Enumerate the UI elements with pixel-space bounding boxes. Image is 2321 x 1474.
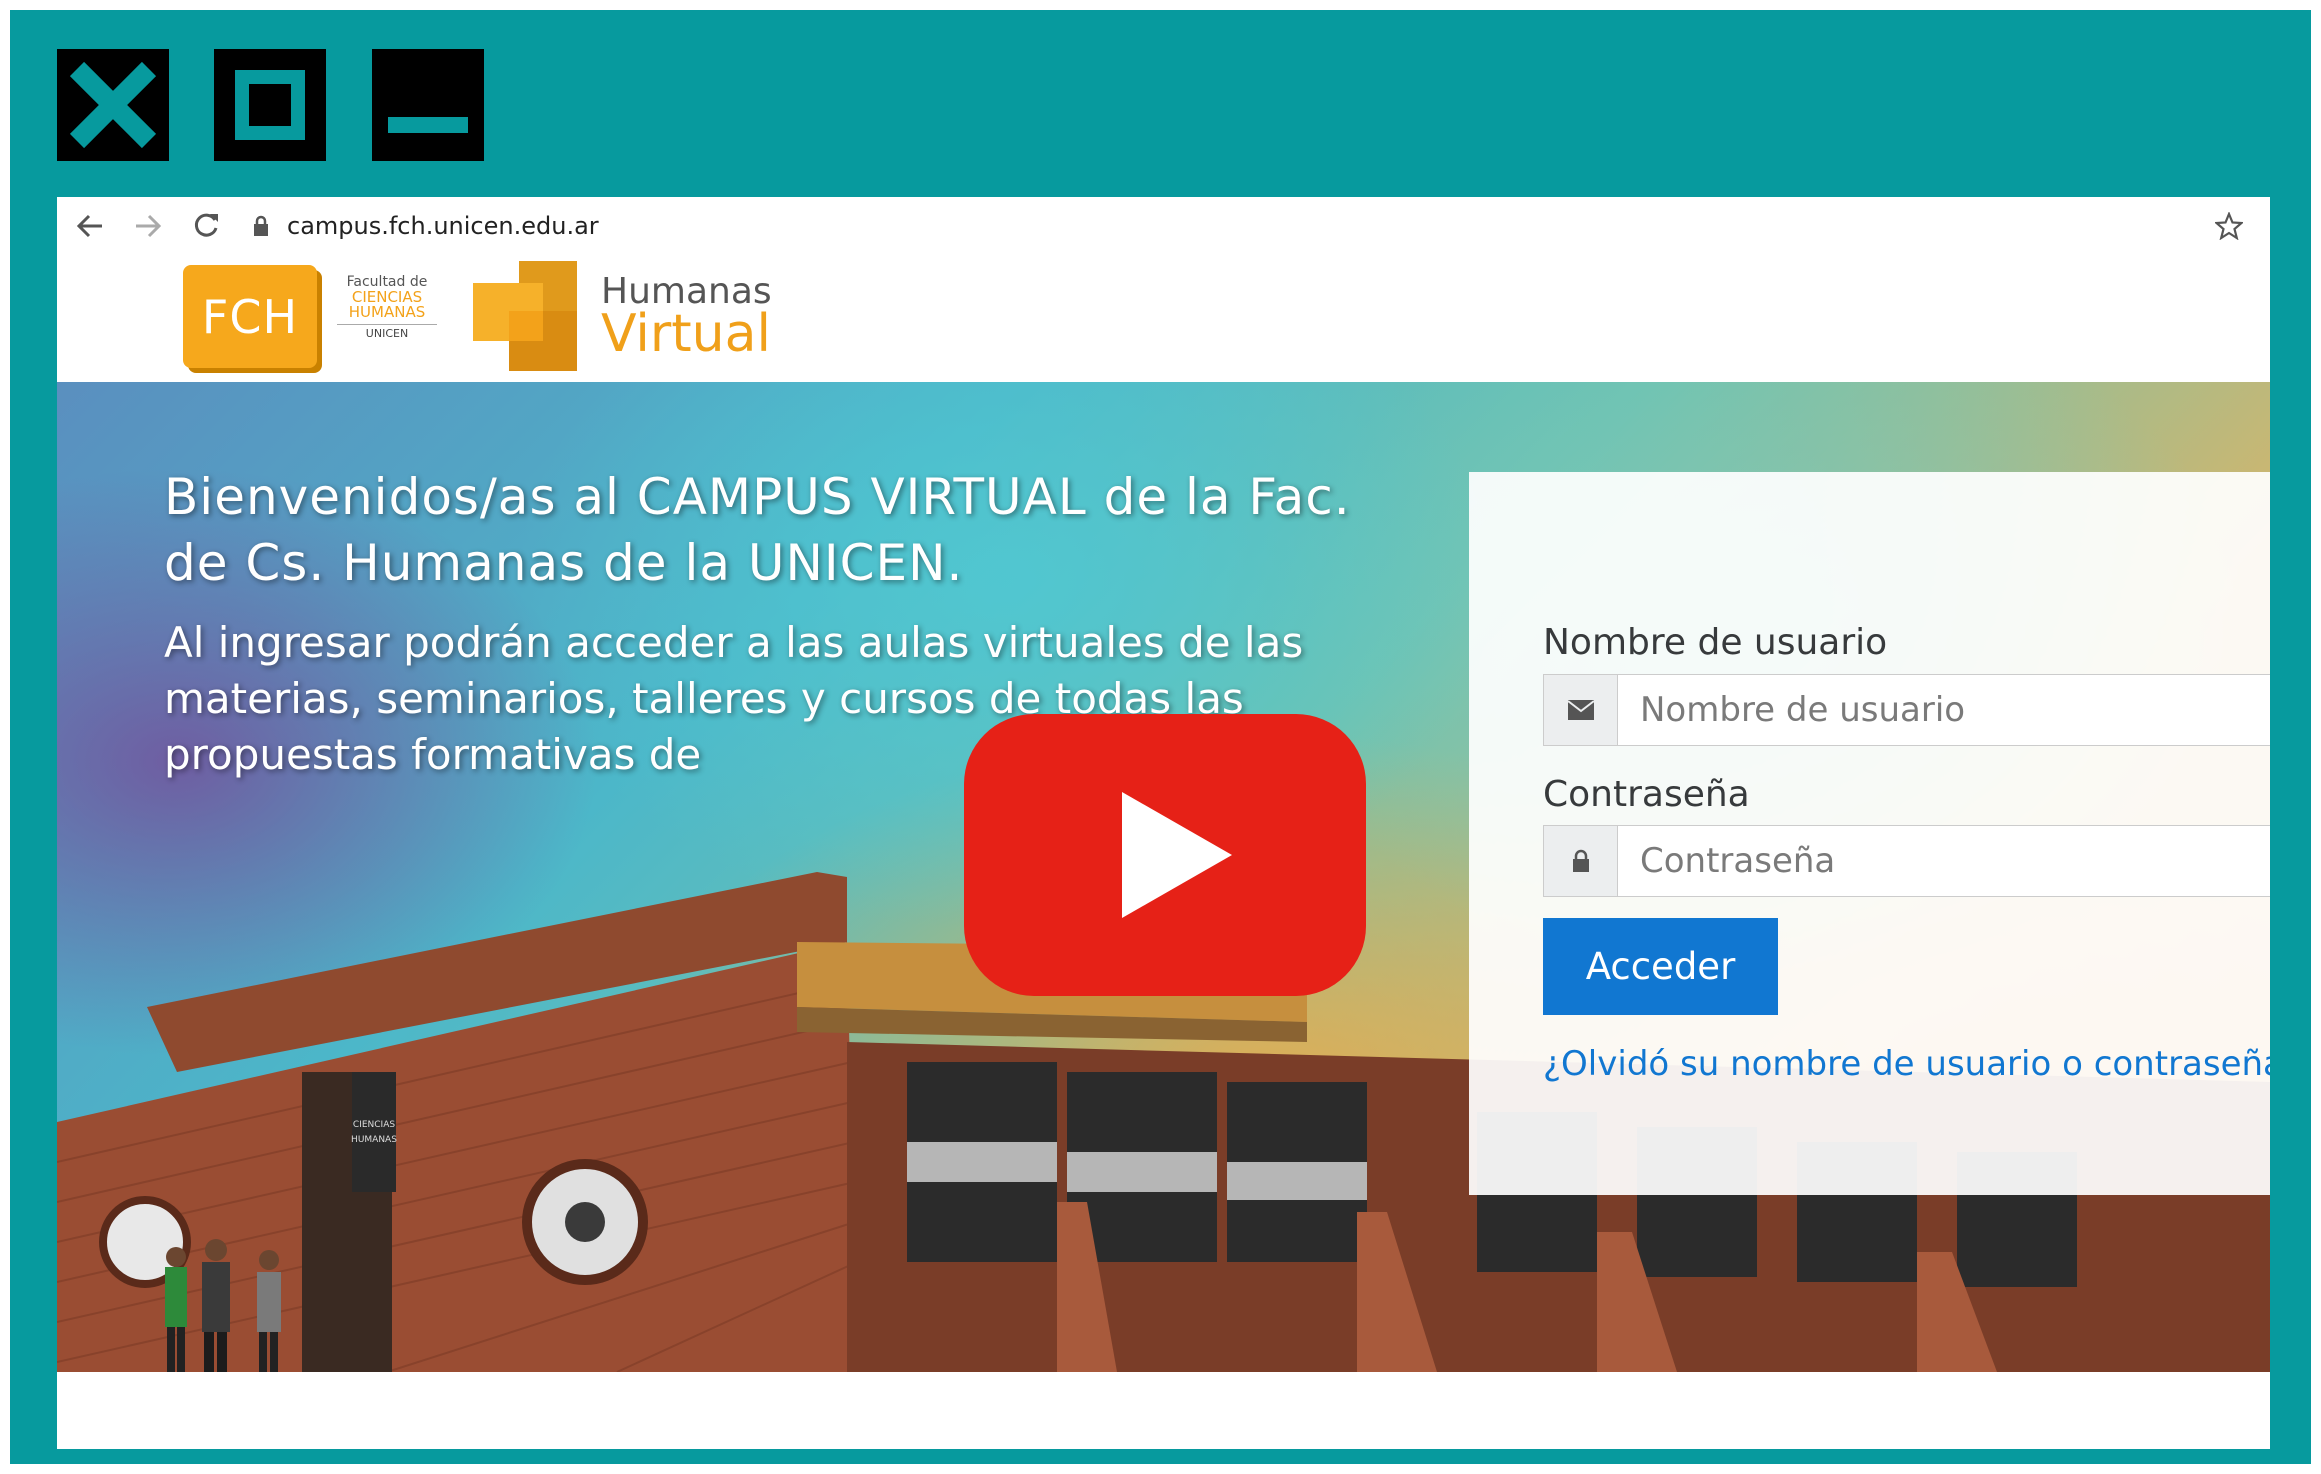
site-header: FCH Facultad de CIENCIAS HUMANAS UNICEN …	[57, 254, 2270, 382]
star-icon	[2215, 212, 2243, 240]
close-window-button[interactable]	[57, 49, 169, 161]
fch-logo[interactable]: FCH	[183, 265, 317, 368]
fch-sub-line3: HUMANAS	[348, 303, 426, 322]
maximize-window-button[interactable]	[214, 49, 326, 161]
close-icon	[69, 61, 157, 149]
fch-sub-line4: UNICEN	[337, 324, 437, 340]
password-addon	[1544, 826, 1618, 896]
minimize-icon	[388, 117, 468, 133]
url-field[interactable]: campus.fch.unicen.edu.ar	[253, 212, 599, 240]
password-label: Contraseña	[1543, 774, 1750, 815]
building-sign-line2: HUMANAS	[351, 1135, 397, 1145]
minimize-window-button[interactable]	[372, 49, 484, 161]
maximize-icon	[235, 70, 305, 140]
username-input[interactable]	[1618, 675, 2270, 745]
username-addon	[1544, 675, 1618, 745]
building-sign-line1: CIENCIAS	[353, 1120, 395, 1130]
fch-logo-text: FCH	[201, 289, 299, 344]
username-label: Nombre de usuario	[1543, 622, 1888, 663]
fch-subtitle: Facultad de CIENCIAS HUMANAS UNICEN	[337, 275, 437, 340]
back-arrow-icon	[76, 214, 102, 237]
forgot-credentials-link[interactable]: ¿Olvidó su nombre de usuario o contraseñ…	[1543, 1044, 2270, 1084]
hv-line2: Virtual	[601, 304, 771, 364]
password-input[interactable]	[1618, 826, 2270, 896]
lock-icon	[254, 215, 268, 236]
username-group	[1543, 674, 2270, 746]
back-button[interactable]	[65, 201, 115, 251]
browser-screen: campus.fch.unicen.edu.ar FCH Facultad de…	[57, 197, 2270, 1449]
humanas-virtual-wordmark: Humanas Virtual	[601, 274, 772, 364]
hero-title: Bienvenidos/as al CAMPUS VIRTUAL de la F…	[164, 468, 1351, 592]
login-submit-button[interactable]: Acceder	[1543, 918, 1778, 1015]
url-text: campus.fch.unicen.edu.ar	[287, 211, 599, 240]
address-bar: campus.fch.unicen.edu.ar	[57, 197, 2270, 255]
password-group	[1543, 825, 2270, 897]
humanas-virtual-logo-icon[interactable]	[471, 261, 586, 373]
login-panel: Nombre de usuario Contraseña	[1469, 472, 2270, 1195]
reload-button[interactable]	[181, 201, 231, 251]
padlock-icon	[1572, 849, 1589, 872]
reload-icon	[194, 213, 218, 237]
forward-button[interactable]	[123, 201, 173, 251]
bookmark-star-button[interactable]	[2210, 207, 2248, 245]
youtube-play-button[interactable]	[964, 714, 1366, 996]
forward-arrow-icon	[136, 214, 162, 237]
envelope-icon	[1566, 700, 1595, 720]
app-frame: campus.fch.unicen.edu.ar FCH Facultad de…	[0, 0, 2321, 1474]
